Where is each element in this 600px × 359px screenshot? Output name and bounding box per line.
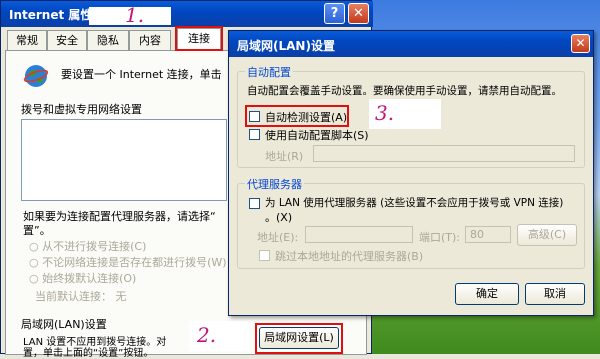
callout-1: 1. xyxy=(125,3,145,27)
radio-dial-whenever[interactable]: ○ 不论网络连接是否存在都进行拨号(W) xyxy=(29,254,227,270)
tab-general[interactable]: 常规 xyxy=(7,30,47,50)
auto-config-group-label: 自动配置 xyxy=(245,64,293,80)
dialup-section-label: 拨号和虚拟专用网络设置 xyxy=(21,103,142,116)
window-title: Internet 属性 xyxy=(9,8,93,22)
lan-text-line2: 置，单击上面的“设置”按钮。 xyxy=(23,348,154,359)
script-address-field[interactable] xyxy=(313,145,575,162)
advanced-button[interactable]: 高级(C) xyxy=(517,224,577,246)
script-address-label: 地址(R) xyxy=(265,150,304,163)
proxy-address-field[interactable] xyxy=(305,226,413,243)
tab-privacy[interactable]: 隐私 xyxy=(87,30,129,50)
callout-3: 3. xyxy=(375,101,395,125)
auto-config-description: 自动配置会覆盖手动设置。要确保使用手动设置，请禁用自动配置。 xyxy=(247,85,562,97)
proxy-text-line2: 置”。 xyxy=(23,224,51,237)
port-field[interactable]: 80 xyxy=(465,226,511,243)
cancel-button[interactable]: 取消 xyxy=(525,283,585,305)
proxy-group-label: 代理服务器 xyxy=(245,176,304,192)
lan-settings-dialog: 局域网(LAN)设置 ✕ 自动配置 自动配置会覆盖手动设置。要确保使用手动设置，… xyxy=(228,30,594,316)
lan-title-bar[interactable]: 局域网(LAN)设置 ✕ xyxy=(229,31,593,57)
radio-always-dial-label: 始终拨默认连接(O) xyxy=(42,272,137,285)
close-button[interactable]: ✕ xyxy=(348,3,369,24)
tab-security[interactable]: 安全 xyxy=(47,30,87,50)
help-button[interactable]: ? xyxy=(324,3,345,24)
use-proxy-label-line1: 为 LAN 使用代理服务器 (这些设置不会应用于拨号或 VPN 连接) xyxy=(265,197,564,209)
proxy-text-line1: 如果要为连接配置代理服务器，请选择“ xyxy=(23,210,216,223)
tab-content[interactable]: 内容 xyxy=(129,30,171,50)
auto-config-script-checkbox[interactable] xyxy=(249,129,260,140)
globe-icon xyxy=(23,65,49,87)
lan-close-button[interactable]: ✕ xyxy=(571,34,590,53)
bypass-local-label: 跳过本地地址的代理服务器(B) xyxy=(275,250,424,263)
use-proxy-checkbox[interactable] xyxy=(249,198,260,209)
use-proxy-label-line2: 。(X) xyxy=(265,211,293,224)
bypass-local-checkbox[interactable] xyxy=(259,250,270,261)
port-label: 端口(T): xyxy=(419,231,461,244)
radio-never-dial[interactable]: ○ 从不进行拨号连接(C) xyxy=(29,238,146,254)
callout-2: 2. xyxy=(197,323,217,347)
proxy-address-label: 地址(E): xyxy=(257,231,299,244)
intro-text: 要设置一个 Internet 连接，单击 xyxy=(61,68,222,81)
current-default-connection: 当前默认连接： 无 xyxy=(35,290,127,303)
highlight-lan-settings-button xyxy=(255,323,343,354)
lan-section-label: 局域网(LAN)设置 xyxy=(21,318,107,331)
highlight-auto-detect xyxy=(245,105,349,127)
auto-config-script-label: 使用自动配置脚本(S) xyxy=(265,129,369,142)
title-bar[interactable]: Internet 属性 ? ✕ xyxy=(1,1,373,27)
highlight-connections-tab xyxy=(175,26,223,51)
lan-window-title: 局域网(LAN)设置 xyxy=(237,39,335,53)
radio-dial-whenever-label: 不论网络连接是否存在都进行拨号(W) xyxy=(42,256,227,269)
radio-always-dial[interactable]: ○ 始终拨默认连接(O) xyxy=(29,270,136,286)
dialup-list[interactable] xyxy=(21,119,227,201)
radio-never-dial-label: 从不进行拨号连接(C) xyxy=(42,240,147,253)
ok-button[interactable]: 确定 xyxy=(455,283,519,305)
